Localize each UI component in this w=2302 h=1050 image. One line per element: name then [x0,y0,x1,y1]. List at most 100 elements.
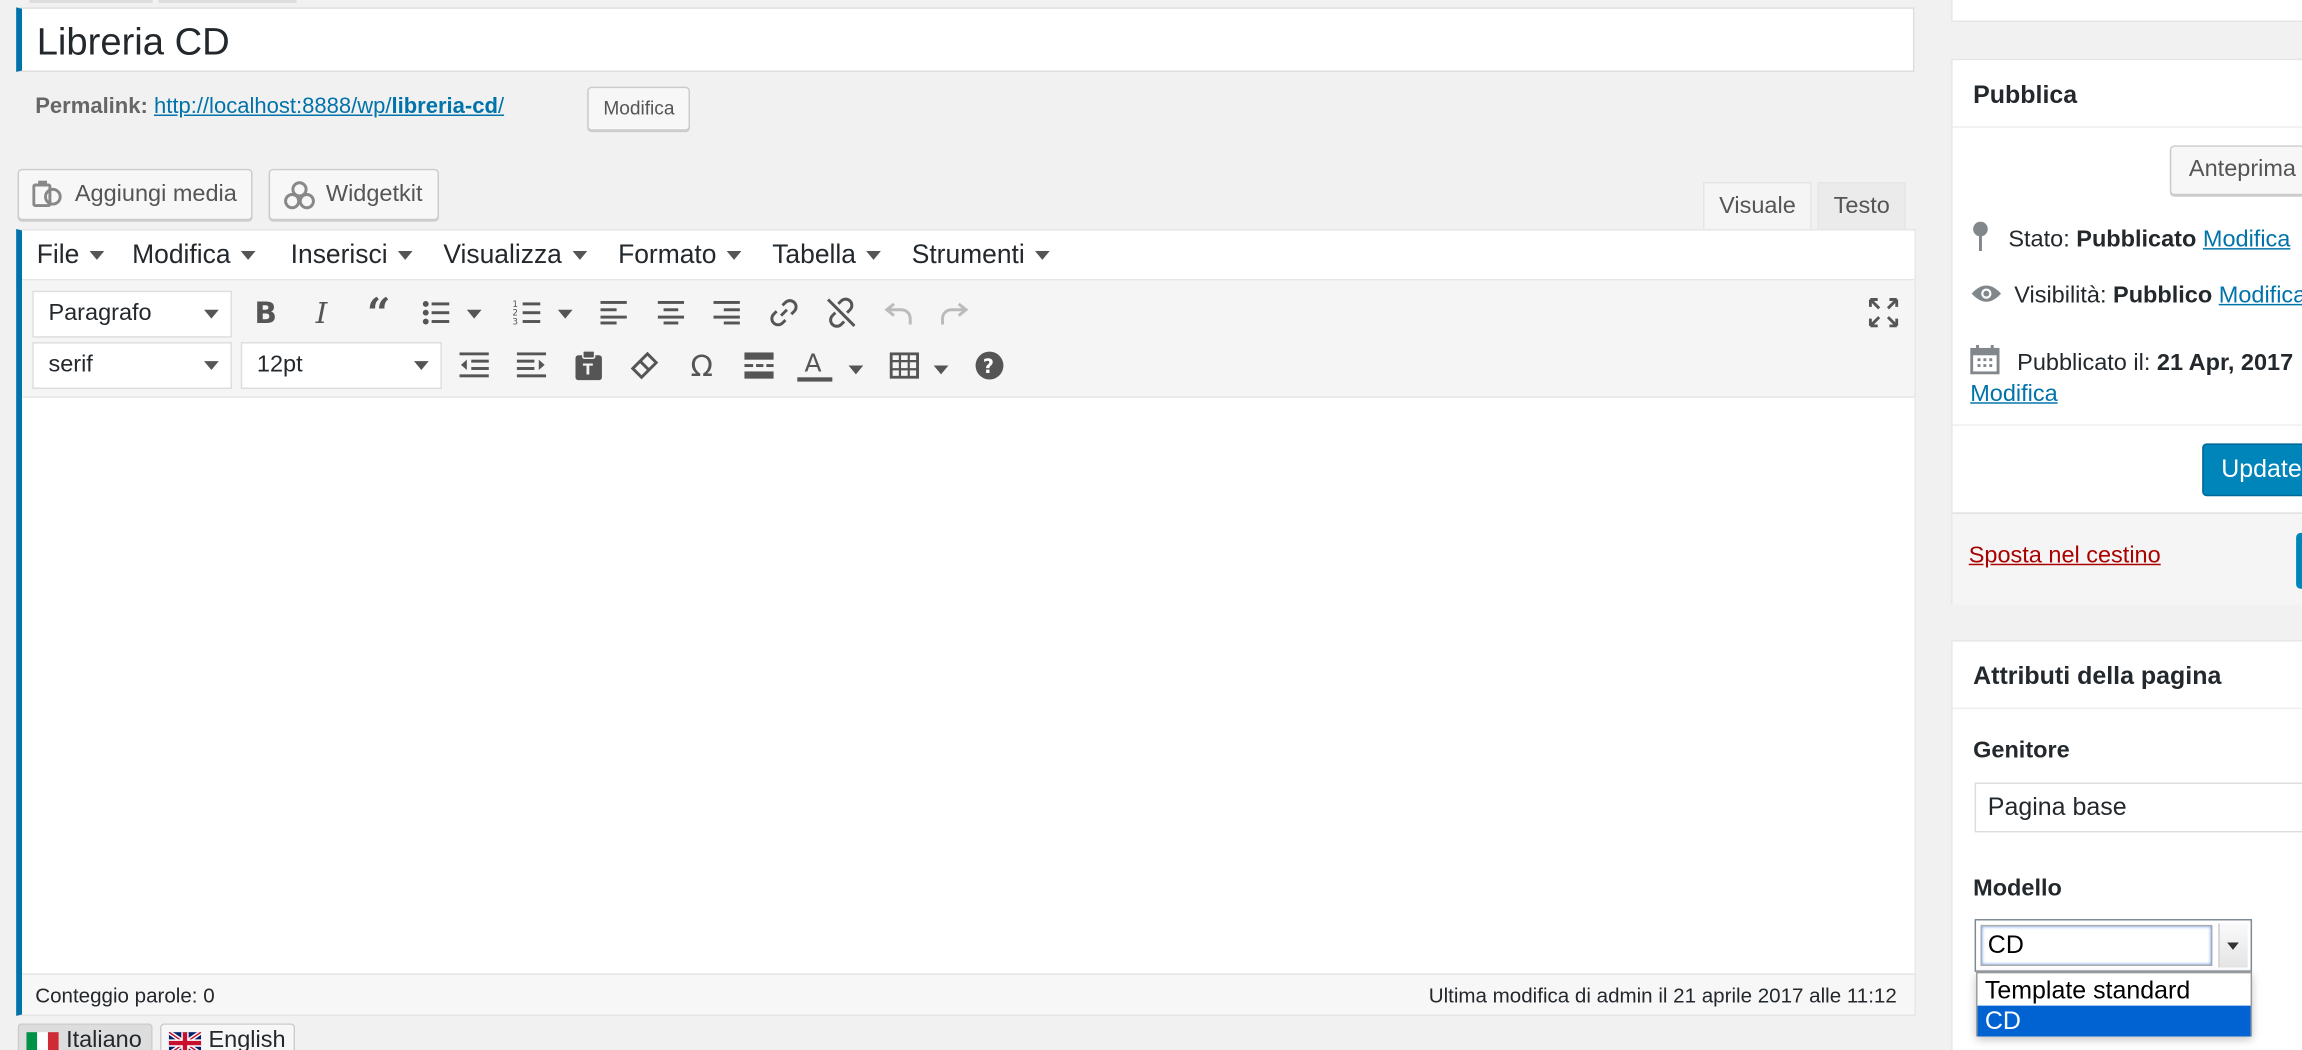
align-center-icon[interactable] [653,295,688,330]
redo-icon[interactable] [937,295,972,330]
undo-icon[interactable] [881,295,916,330]
menu-file[interactable]: File [37,239,105,270]
paste-text-icon[interactable]: T [571,348,606,383]
menu-strumenti[interactable]: Strumenti [912,239,1050,270]
editor-content-area[interactable] [22,397,1915,977]
status-edit-link[interactable]: Modifica [2203,228,2290,253]
chevron-down-icon [572,251,587,261]
menu-formato-label: Formato [618,239,717,269]
permalink-slug: libreria-cd [391,93,498,119]
chevron-down-icon[interactable] [2218,923,2248,968]
menu-inserisci[interactable]: Inserisci [291,239,413,270]
menu-formato[interactable]: Formato [618,239,742,270]
svg-text:A: A [805,349,822,377]
outdent-icon[interactable] [457,348,492,383]
menu-inserisci-label: Inserisci [290,239,388,269]
menu-strumenti-label: Strumenti [911,239,1025,269]
add-media-button[interactable]: Aggiungi media [17,168,253,221]
permalink-url-suffix: / [497,93,505,119]
visibility-value: Pubblico [2113,283,2213,309]
divider [1952,707,2302,710]
svg-text:T: T [583,361,593,378]
bullet-list-caret-icon[interactable] [466,309,482,319]
text-color-caret-icon[interactable] [848,365,864,375]
numbered-list-icon[interactable]: 123 [509,295,544,330]
read-more-icon[interactable] [741,348,776,383]
language-tab-english[interactable]: English [160,1023,296,1050]
numbered-list-caret-icon[interactable] [557,309,573,319]
template-select[interactable]: CD [1974,919,2253,972]
table-caret-icon[interactable] [933,365,949,375]
template-option-cd[interactable]: CD [1977,1005,2251,1037]
chevron-down-icon [866,251,881,261]
align-right-icon[interactable] [709,295,744,330]
special-char-icon[interactable]: Ω [684,348,719,383]
permalink-url-prefix: http://localhost:8888/wp/ [153,93,392,119]
italy-flag-icon [26,1032,59,1050]
publish-heading: Pubblica [1973,80,2078,109]
menu-tabella[interactable]: Tabella [772,239,881,270]
page-attributes-heading: Attributi della pagina [1973,662,2222,691]
chevron-down-icon [240,251,256,261]
clear-format-icon[interactable] [627,348,662,383]
blockquote-icon[interactable]: “ [361,288,396,336]
language-tab-italiano[interactable]: Italiano [17,1023,153,1050]
top-tab-stub [29,0,153,3]
widgetkit-label: Widgetkit [325,182,423,208]
divider [1952,424,2302,426]
font-family-select[interactable]: serif [32,342,232,390]
permalink-edit-button[interactable]: Modifica [587,86,691,131]
menu-modifica-label: Modifica [132,239,231,269]
template-option-standard[interactable]: Template standard [1978,975,2251,1006]
chevron-down-icon [89,251,105,261]
published-edit-link[interactable]: Modifica [1970,382,2057,407]
template-label: Modello [1973,876,2062,902]
visibility-edit-link[interactable]: Modifica [2219,283,2302,308]
widgetkit-icon [284,181,315,210]
indent-icon[interactable] [514,348,549,383]
tab-visual[interactable]: Visuale [1702,182,1812,231]
published-date-row: Pubblicato il: 21 Apr, 2017 [1970,345,2293,377]
uk-flag-icon [168,1032,202,1050]
save-button-edge[interactable] [2296,532,2302,589]
help-icon[interactable]: ? [972,348,1007,383]
font-size-select[interactable]: 12pt [240,342,442,390]
unlink-icon[interactable] [824,295,859,330]
template-dropdown-list: Template standard CD [1976,971,2253,1037]
widgetkit-button[interactable]: Widgetkit [268,168,439,221]
editor-menubar: File Modifica Inserisci Visualizza Forma… [22,230,1915,281]
chevron-down-icon [414,361,429,370]
chevron-down-icon [204,309,219,319]
italic-icon[interactable]: I [304,295,339,330]
permalink-link[interactable]: http://localhost:8888/wp/libreria-cd/ [154,94,504,119]
menu-visualizza[interactable]: Visualizza [443,239,587,270]
table-icon[interactable] [887,348,922,383]
preview-button[interactable]: Anteprima [2169,145,2302,196]
editor-statusbar: Conteggio parole: 0 Ultima modifica di a… [22,973,1915,1015]
tab-text[interactable]: Testo [1817,182,1906,231]
update-button[interactable]: Update [2202,443,2302,497]
chevron-down-icon [397,251,413,261]
content-editor: File Modifica Inserisci Visualizza Forma… [16,229,1916,1016]
add-media-icon [32,180,62,208]
menu-modifica[interactable]: Modifica [132,239,256,270]
add-media-label: Aggiungi media [74,182,237,208]
calendar-icon [1970,345,2000,375]
permalink-label: Permalink: [35,93,148,119]
published-label: Pubblicato il: [2017,350,2151,376]
bullet-list-icon[interactable] [418,295,453,330]
fullscreen-icon[interactable] [1866,295,1901,330]
text-color-icon[interactable]: A [797,348,833,383]
svg-text:?: ? [983,356,994,378]
format-select[interactable]: Paragrafo [32,290,232,338]
visibility-row: Visibilità: Pubblico Modifica [1970,283,2302,309]
pin-icon [1973,221,1988,252]
link-icon[interactable] [766,295,801,330]
trash-link[interactable]: Sposta nel cestino [1969,543,2161,569]
title-field[interactable]: Libreria CD [16,7,1915,72]
parent-select[interactable]: Pagina base [1974,782,2302,833]
align-left-icon[interactable] [596,295,631,330]
bold-icon[interactable]: B [248,295,283,330]
status-row: Stato: Pubblicato Modifica [1970,221,2290,254]
word-count: Conteggio parole: 0 [35,983,215,1008]
